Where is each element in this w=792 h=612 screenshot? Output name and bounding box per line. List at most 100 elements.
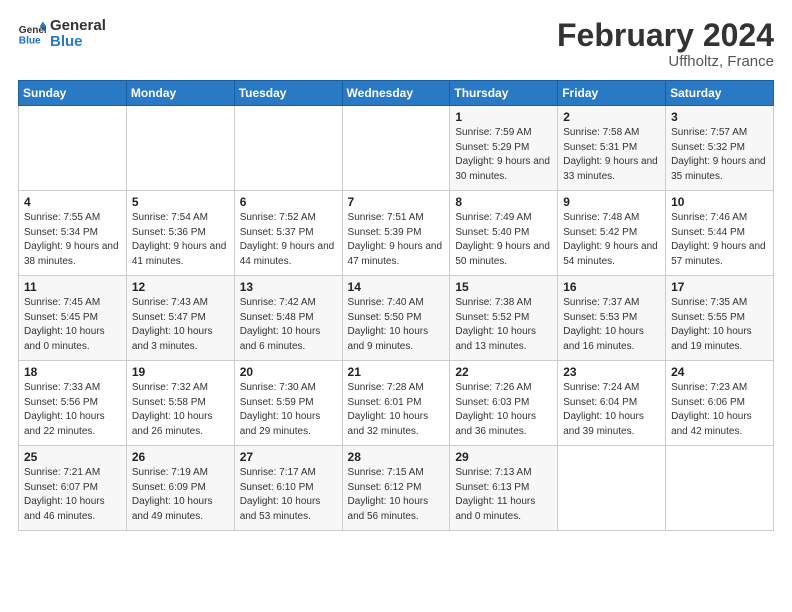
day-info: Sunrise: 7:30 AM Sunset: 5:59 PM Dayligh… <box>240 381 337 439</box>
day-info: Sunrise: 7:55 AM Sunset: 5:34 PM Dayligh… <box>24 211 121 269</box>
col-header-wednesday: Wednesday <box>342 81 450 106</box>
day-cell <box>126 106 234 191</box>
day-number: 11 <box>24 280 121 294</box>
day-number: 16 <box>563 280 660 294</box>
day-number: 15 <box>455 280 552 294</box>
day-number: 22 <box>455 365 552 379</box>
day-info: Sunrise: 7:59 AM Sunset: 5:29 PM Dayligh… <box>455 126 552 184</box>
day-cell: 10 Sunrise: 7:46 AM Sunset: 5:44 PM Dayli… <box>666 191 774 276</box>
day-cell: 1 Sunrise: 7:59 AM Sunset: 5:29 PM Daylig… <box>450 106 558 191</box>
logo: General Blue General Blue <box>18 18 106 50</box>
day-cell: 3Sunrise: 7:57 AM Sunset: 5:32 PM Daylig… <box>666 106 774 191</box>
day-cell: 9Sunrise: 7:48 AM Sunset: 5:42 PM Daylig… <box>558 191 666 276</box>
day-number: 25 <box>24 450 121 464</box>
day-info: Sunrise: 7:19 AM Sunset: 6:09 PM Dayligh… <box>132 466 229 524</box>
title-block: February 2024 Uffholtz, France <box>557 18 774 70</box>
logo-icon: General Blue <box>18 20 46 48</box>
day-cell: 7 Sunrise: 7:51 AM Sunset: 5:39 PM Daylig… <box>342 191 450 276</box>
day-info: Sunrise: 7:33 AM Sunset: 5:56 PM Dayligh… <box>24 381 121 439</box>
col-header-sunday: Sunday <box>19 81 127 106</box>
day-number: 28 <box>348 450 445 464</box>
day-cell <box>666 446 774 531</box>
day-info: Sunrise: 7:17 AM Sunset: 6:10 PM Dayligh… <box>240 466 337 524</box>
day-cell <box>342 106 450 191</box>
day-number: 13 <box>240 280 337 294</box>
header: General Blue General Blue February 2024 … <box>18 18 774 70</box>
day-info: Sunrise: 7:49 AM Sunset: 5:40 PM Dayligh… <box>455 211 552 269</box>
day-info: Sunrise: 7:46 AM Sunset: 5:44 PM Dayligh… <box>671 211 768 269</box>
day-number: 27 <box>240 450 337 464</box>
day-info: Sunrise: 7:23 AM Sunset: 6:06 PM Dayligh… <box>671 381 768 439</box>
calendar-title: February 2024 <box>557 18 774 53</box>
day-info: Sunrise: 7:37 AM Sunset: 5:53 PM Dayligh… <box>563 296 660 354</box>
day-cell <box>558 446 666 531</box>
day-info: Sunrise: 7:54 AM Sunset: 5:36 PM Dayligh… <box>132 211 229 269</box>
day-info: Sunrise: 7:42 AM Sunset: 5:48 PM Dayligh… <box>240 296 337 354</box>
day-info: Sunrise: 7:15 AM Sunset: 6:12 PM Dayligh… <box>348 466 445 524</box>
day-info: Sunrise: 7:43 AM Sunset: 5:47 PM Dayligh… <box>132 296 229 354</box>
day-cell: 29Sunrise: 7:13 AM Sunset: 6:13 PM Dayli… <box>450 446 558 531</box>
calendar-subtitle: Uffholtz, France <box>557 53 774 70</box>
day-cell: 28 Sunrise: 7:15 AM Sunset: 6:12 PM Dayli… <box>342 446 450 531</box>
col-header-friday: Friday <box>558 81 666 106</box>
col-header-monday: Monday <box>126 81 234 106</box>
day-info: Sunrise: 7:35 AM Sunset: 5:55 PM Dayligh… <box>671 296 768 354</box>
day-cell: 25 Sunrise: 7:21 AM Sunset: 6:07 PM Dayli… <box>19 446 127 531</box>
day-cell: 22Sunrise: 7:26 AM Sunset: 6:03 PM Dayli… <box>450 361 558 446</box>
day-number: 10 <box>671 195 768 209</box>
logo-general: General <box>50 18 106 34</box>
day-number: 14 <box>348 280 445 294</box>
day-number: 23 <box>563 365 660 379</box>
day-number: 29 <box>455 450 552 464</box>
svg-text:Blue: Blue <box>19 35 41 46</box>
day-cell: 13 Sunrise: 7:42 AM Sunset: 5:48 PM Dayli… <box>234 276 342 361</box>
day-cell: 4Sunrise: 7:55 AM Sunset: 5:34 PM Daylig… <box>19 191 127 276</box>
day-info: Sunrise: 7:24 AM Sunset: 6:04 PM Dayligh… <box>563 381 660 439</box>
day-number: 7 <box>348 195 445 209</box>
day-number: 17 <box>671 280 768 294</box>
day-cell: 26 Sunrise: 7:19 AM Sunset: 6:09 PM Dayli… <box>126 446 234 531</box>
logo-blue: Blue <box>50 34 106 50</box>
day-cell <box>19 106 127 191</box>
day-cell: 17 Sunrise: 7:35 AM Sunset: 5:55 PM Dayli… <box>666 276 774 361</box>
day-cell: 18 Sunrise: 7:33 AM Sunset: 5:56 PM Dayli… <box>19 361 127 446</box>
day-cell: 27 Sunrise: 7:17 AM Sunset: 6:10 PM Dayli… <box>234 446 342 531</box>
day-info: Sunrise: 7:58 AM Sunset: 5:31 PM Dayligh… <box>563 126 660 184</box>
day-info: Sunrise: 7:32 AM Sunset: 5:58 PM Dayligh… <box>132 381 229 439</box>
week-row-2: 11 Sunrise: 7:45 AM Sunset: 5:45 PM Dayli… <box>19 276 774 361</box>
day-info: Sunrise: 7:51 AM Sunset: 5:39 PM Dayligh… <box>348 211 445 269</box>
day-cell: 24Sunrise: 7:23 AM Sunset: 6:06 PM Dayli… <box>666 361 774 446</box>
day-info: Sunrise: 7:21 AM Sunset: 6:07 PM Dayligh… <box>24 466 121 524</box>
day-cell <box>234 106 342 191</box>
day-number: 1 <box>455 110 552 124</box>
day-number: 12 <box>132 280 229 294</box>
day-cell: 14 Sunrise: 7:40 AM Sunset: 5:50 PM Dayli… <box>342 276 450 361</box>
day-number: 6 <box>240 195 337 209</box>
day-number: 18 <box>24 365 121 379</box>
day-info: Sunrise: 7:40 AM Sunset: 5:50 PM Dayligh… <box>348 296 445 354</box>
week-row-4: 25 Sunrise: 7:21 AM Sunset: 6:07 PM Dayli… <box>19 446 774 531</box>
day-cell: 6 Sunrise: 7:52 AM Sunset: 5:37 PM Daylig… <box>234 191 342 276</box>
day-number: 8 <box>455 195 552 209</box>
calendar-table: SundayMondayTuesdayWednesdayThursdayFrid… <box>18 80 774 531</box>
day-info: Sunrise: 7:28 AM Sunset: 6:01 PM Dayligh… <box>348 381 445 439</box>
day-number: 26 <box>132 450 229 464</box>
day-info: Sunrise: 7:45 AM Sunset: 5:45 PM Dayligh… <box>24 296 121 354</box>
day-number: 21 <box>348 365 445 379</box>
header-row: SundayMondayTuesdayWednesdayThursdayFrid… <box>19 81 774 106</box>
day-cell: 19 Sunrise: 7:32 AM Sunset: 5:58 PM Dayli… <box>126 361 234 446</box>
page: General Blue General Blue February 2024 … <box>0 0 792 541</box>
day-cell: 15Sunrise: 7:38 AM Sunset: 5:52 PM Dayli… <box>450 276 558 361</box>
day-number: 20 <box>240 365 337 379</box>
col-header-thursday: Thursday <box>450 81 558 106</box>
day-cell: 5Sunrise: 7:54 AM Sunset: 5:36 PM Daylig… <box>126 191 234 276</box>
day-cell: 20 Sunrise: 7:30 AM Sunset: 5:59 PM Dayli… <box>234 361 342 446</box>
day-info: Sunrise: 7:52 AM Sunset: 5:37 PM Dayligh… <box>240 211 337 269</box>
day-info: Sunrise: 7:57 AM Sunset: 5:32 PM Dayligh… <box>671 126 768 184</box>
calendar-header: SundayMondayTuesdayWednesdayThursdayFrid… <box>19 81 774 106</box>
day-number: 19 <box>132 365 229 379</box>
day-info: Sunrise: 7:48 AM Sunset: 5:42 PM Dayligh… <box>563 211 660 269</box>
day-cell: 8 Sunrise: 7:49 AM Sunset: 5:40 PM Daylig… <box>450 191 558 276</box>
week-row-0: 1 Sunrise: 7:59 AM Sunset: 5:29 PM Daylig… <box>19 106 774 191</box>
day-number: 2 <box>563 110 660 124</box>
